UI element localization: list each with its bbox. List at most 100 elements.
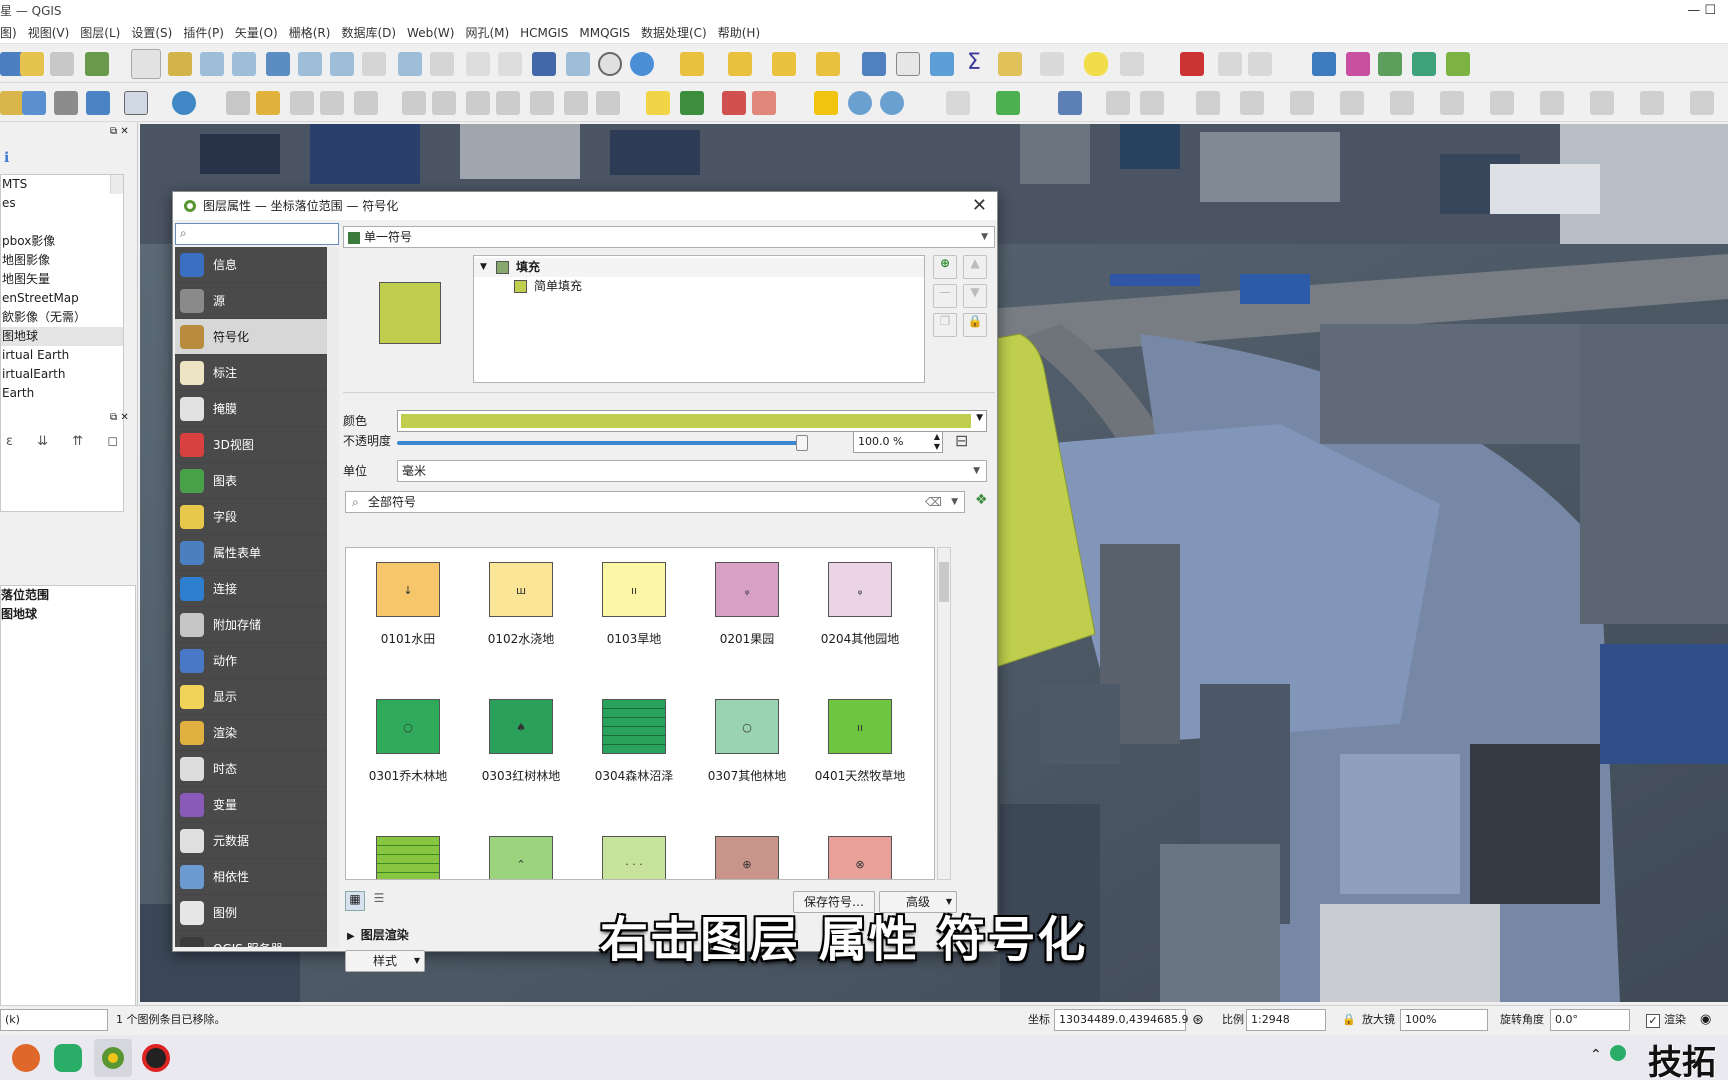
menu-item[interactable]: 帮助(H) xyxy=(718,26,760,40)
lock-layer-button[interactable]: 🔒 xyxy=(963,313,987,337)
symbol-grid-scrollbar[interactable] xyxy=(937,547,951,880)
chevron-down-icon[interactable]: ▼ xyxy=(951,492,958,512)
qgis-taskbar-button[interactable] xyxy=(94,1039,132,1077)
browser-item[interactable]: 图地球 xyxy=(1,327,123,346)
plugin-layers-icon[interactable] xyxy=(1412,52,1436,76)
measure-icon[interactable] xyxy=(1040,52,1064,76)
advanced-digitizing-icon-6[interactable] xyxy=(1440,91,1464,115)
style-button[interactable]: 样式 ▼ xyxy=(345,950,425,972)
new-bookmark-icon[interactable] xyxy=(532,52,556,76)
sidebar-item[interactable]: 3D视图 xyxy=(175,427,327,463)
label-tool-icon[interactable] xyxy=(646,91,670,115)
browser-item[interactable] xyxy=(1,213,123,232)
sidebar-item[interactable]: 掩膜 xyxy=(175,391,327,427)
recorder-icon[interactable] xyxy=(142,1044,170,1072)
show-bookmarks-icon[interactable] xyxy=(566,52,590,76)
add-feature-icon[interactable] xyxy=(320,91,344,115)
magnifier-field[interactable]: 100% xyxy=(1400,1009,1488,1031)
symbol-cell[interactable]: ○ 0301乔木林地 xyxy=(350,685,460,805)
rotation-field[interactable]: 0.0° xyxy=(1550,1009,1630,1031)
advanced-digitizing-icon[interactable] xyxy=(1196,91,1220,115)
locator-search-field[interactable]: (k) xyxy=(0,1009,108,1031)
opacity-slider[interactable] xyxy=(397,435,808,451)
zoom-to-layer-icon[interactable] xyxy=(330,52,354,76)
menu-item[interactable]: 矢量(O) xyxy=(235,26,278,40)
identify-icon[interactable] xyxy=(862,52,886,76)
sidebar-item[interactable]: 信息 xyxy=(175,247,327,283)
sidebar-item[interactable]: 图表 xyxy=(175,463,327,499)
advanced-digitizing-icon-11[interactable] xyxy=(1690,91,1714,115)
highlight-labels-icon[interactable] xyxy=(752,91,776,115)
field-calculator-icon[interactable] xyxy=(998,52,1022,76)
delete-selected-icon[interactable] xyxy=(432,91,456,115)
layer-item[interactable]: 落位范围 xyxy=(1,586,135,605)
sidebar-item[interactable]: 渲染 xyxy=(175,715,327,751)
symbol-cell[interactable]: ıı 0401天然牧草地 xyxy=(802,685,912,805)
color-dropdown-icon[interactable]: ▼ xyxy=(976,413,983,423)
layers-toolbar[interactable]: ε ⇊ ⇈ ◻ xyxy=(6,434,128,449)
wechat-icon[interactable] xyxy=(54,1044,82,1072)
undo-icon[interactable] xyxy=(564,91,588,115)
unit-select[interactable]: 毫米 ▼ xyxy=(397,460,987,482)
edit-icon[interactable] xyxy=(226,91,250,115)
sidebar-item[interactable]: 相依性 xyxy=(175,859,327,895)
menu-item[interactable]: MMQGIS xyxy=(579,26,630,40)
browser-item[interactable]: 地图矢量 xyxy=(1,270,123,289)
statistics-sigma-icon[interactable]: Σ xyxy=(962,52,986,76)
lock-scale-icon[interactable]: 🔒 xyxy=(1342,1010,1356,1030)
sidebar-item[interactable]: 显示 xyxy=(175,679,327,715)
symbol-cell[interactable]: ⌃ xyxy=(463,822,573,879)
icon-view-button[interactable]: ▦ xyxy=(345,891,365,911)
remove-symbol-layer-button[interactable]: — xyxy=(933,284,957,308)
style-manager-icon[interactable] xyxy=(85,52,109,76)
spin-arrows-icon[interactable]: ▲ ▼ xyxy=(934,432,940,452)
sidebar-scrollbar[interactable] xyxy=(327,247,339,947)
opacity-spinbox[interactable]: 100.0 % ▲ ▼ xyxy=(853,431,943,453)
python-icon[interactable] xyxy=(1312,52,1336,76)
triangle-icon[interactable] xyxy=(814,91,838,115)
tray-wechat-icon[interactable] xyxy=(1610,1045,1626,1061)
plugin-export-icon[interactable] xyxy=(1446,52,1470,76)
pan-tool-button[interactable] xyxy=(131,49,161,79)
zoom-full-icon[interactable] xyxy=(266,52,290,76)
browser-item[interactable]: irtual Earth xyxy=(1,346,123,365)
zoom-next-icon[interactable] xyxy=(430,52,454,76)
move-up-button[interactable]: ▲ xyxy=(963,255,987,279)
sidebar-item[interactable]: 标注 xyxy=(175,355,327,391)
list-view-button[interactable]: ☰ xyxy=(369,891,389,911)
tree-row-simple-fill[interactable]: 简单填充 xyxy=(474,277,924,296)
layers-panel-close-icon[interactable]: ⧉ ✕ xyxy=(110,412,129,423)
toggle-editing-icon[interactable] xyxy=(256,91,280,115)
menu-item[interactable]: HCMGIS xyxy=(520,26,568,40)
scrollbar-thumb[interactable] xyxy=(939,562,949,602)
advanced-digitizing-icon-5[interactable] xyxy=(1390,91,1414,115)
menu-item[interactable]: 图层(L) xyxy=(80,26,120,40)
advanced-digitizing-icon-2[interactable] xyxy=(1240,91,1264,115)
sidebar-item[interactable]: 属性表单 xyxy=(175,535,327,571)
menu-item[interactable]: 网孔(M) xyxy=(465,26,509,40)
save-edits-icon[interactable] xyxy=(290,91,314,115)
deselect-icon[interactable] xyxy=(772,52,796,76)
processing-toolbox-icon[interactable] xyxy=(930,52,954,76)
sidebar-item[interactable]: 字段 xyxy=(175,499,327,535)
digitize-icon[interactable] xyxy=(0,91,24,115)
toggle-extents-icon[interactable]: ⊛ xyxy=(1192,1010,1204,1030)
attribute-table-icon[interactable] xyxy=(896,52,920,76)
symbol-cell[interactable]: ш 0102水浇地 xyxy=(463,548,573,668)
symbol-cell[interactable]: ᵩ 0204其他园地 xyxy=(802,548,912,668)
symbol-cell[interactable]: ⊗ xyxy=(802,822,912,879)
locator-icon[interactable] xyxy=(1120,52,1144,76)
symbol-cell[interactable]: ıı 0103旱地 xyxy=(576,548,686,668)
advanced-digitizing-icon-7[interactable] xyxy=(1490,91,1514,115)
edit-pen-icon[interactable] xyxy=(22,91,46,115)
render-checkbox[interactable]: ✓ xyxy=(1646,1014,1660,1028)
menu-item[interactable]: 插件(P) xyxy=(183,26,224,40)
zoom-last-icon[interactable] xyxy=(398,52,422,76)
browser-scrollbar[interactable] xyxy=(110,175,123,194)
plugin-globe-icon[interactable] xyxy=(1378,52,1402,76)
symbol-cell[interactable]: ↓ 0101水田 xyxy=(350,548,460,668)
symbol-cell[interactable]: ○ 0307其他林地 xyxy=(689,685,799,805)
globe-zoom-icon[interactable] xyxy=(880,91,904,115)
grid-icon[interactable] xyxy=(86,91,110,115)
scale-field[interactable]: 1:2948 xyxy=(1246,1009,1326,1031)
